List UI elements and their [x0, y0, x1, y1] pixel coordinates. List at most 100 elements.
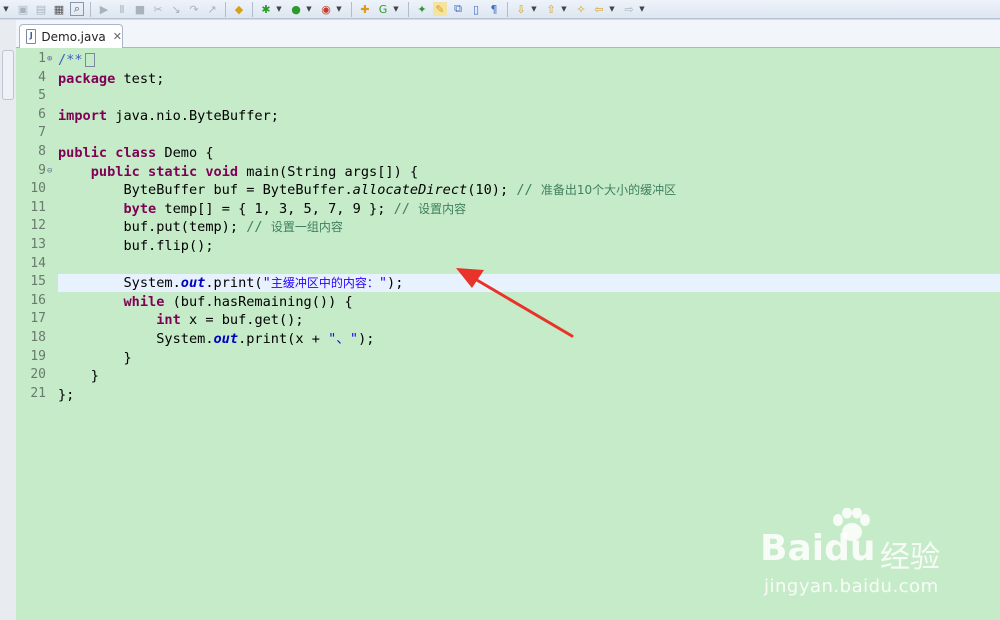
line-number: 11	[30, 199, 46, 215]
code-line[interactable]: buf.flip();	[58, 237, 214, 255]
disconnect-icon[interactable]: ✂	[151, 2, 165, 16]
show-whitespace-icon[interactable]: ▯	[469, 2, 483, 16]
toggle-mark-occurrences-icon[interactable]: ✎	[433, 2, 447, 16]
code-token: };	[58, 386, 75, 403]
code-token: }	[58, 368, 99, 385]
step-over-icon[interactable]: ↷	[187, 2, 201, 16]
code-token: );	[358, 331, 375, 347]
line-number: 5	[38, 88, 46, 104]
folded-javadoc-marker[interactable]	[84, 53, 95, 67]
code-line[interactable]: }	[58, 349, 131, 367]
code-line[interactable]: System.out.print("主缓冲区中的内容：");	[58, 274, 403, 292]
code-editor[interactable]: 1 4 5 6 7 8 9 10 11 12 13 14 15 16 17 18 19 20 21 /** packa…	[16, 48, 1000, 620]
tab-demo-java[interactable]: J Demo.java ✕	[19, 24, 123, 48]
debug-icon[interactable]: ✱	[259, 2, 273, 16]
run-icon[interactable]: ●	[289, 2, 303, 16]
code-line[interactable]: ByteBuffer buf = ByteBuffer.allocateDire…	[58, 181, 676, 199]
next-annotation-icon[interactable]: ⇩	[514, 2, 528, 16]
line-number: 1	[38, 51, 46, 66]
block-selection-icon[interactable]: ⧉	[451, 2, 465, 16]
toolbar-separator	[90, 1, 91, 17]
forward-dropdown-icon[interactable]: ▼	[638, 2, 646, 16]
main-toolbar: ▼ ▣ ▤ ▦ ⌕ ▶ Ⅱ ■ ✂ ↘ ↷ ↗ ◆ ✱ ▼ ● ▼ ◉ ▼ ✚ …	[0, 0, 1000, 19]
code-token: Demo {	[156, 145, 214, 161]
code-token: "	[262, 275, 271, 292]
prev-annotation-dropdown-icon[interactable]: ▼	[560, 2, 568, 16]
code-token: class	[115, 145, 157, 161]
code-line[interactable]: package test;	[58, 70, 164, 88]
code-line[interactable]: }	[58, 367, 99, 385]
line-number: 19	[30, 348, 46, 364]
code-token: System.	[58, 331, 214, 347]
save-all-icon[interactable]: ▤	[34, 2, 48, 16]
code-token: package	[58, 70, 116, 87]
code-line[interactable]: System.out.print(x + "、");	[58, 330, 374, 348]
line-number: 4	[38, 69, 46, 85]
drop-to-frame-icon[interactable]: ◆	[232, 2, 246, 16]
format-icon[interactable]: ¶	[487, 2, 501, 16]
external-tools-dropdown-icon[interactable]: ▼	[335, 2, 343, 16]
code-line[interactable]: public class Demo {	[58, 144, 214, 162]
expand-fold-icon[interactable]: ⊕	[47, 54, 52, 64]
close-tab-icon[interactable]: ✕	[113, 30, 122, 43]
new-class-dropdown-icon[interactable]: ▼	[392, 2, 400, 16]
code-token: (buf.hasRemaining()) {	[164, 293, 353, 310]
code-line[interactable]: import java.nio.ByteBuffer;	[58, 107, 279, 125]
back-dropdown-icon[interactable]: ▼	[608, 2, 616, 16]
code-line[interactable]: public static void main(String args[]) {	[58, 163, 418, 181]
line-number-gutter: 1 4 5 6 7 8 9 10 11 12 13 14 15 16 17 18 19 20 21	[16, 48, 46, 620]
new-java-project-icon[interactable]: ✚	[358, 2, 372, 16]
run-dropdown-icon[interactable]: ▼	[305, 2, 313, 16]
code-token: //	[516, 182, 541, 199]
back-icon[interactable]: ⇦	[592, 2, 606, 16]
external-tools-icon[interactable]: ◉	[319, 2, 333, 16]
step-return-icon[interactable]: ↗	[205, 2, 219, 16]
print-icon[interactable]: ▦	[52, 2, 66, 16]
collapse-fold-icon[interactable]: ⊖	[47, 166, 52, 176]
code-token: .print(x +	[238, 331, 329, 347]
toolbar-separator	[225, 1, 226, 17]
debug-dropdown-icon[interactable]: ▼	[275, 2, 283, 16]
code-line[interactable]: buf.put(temp); // 设置一组内容	[58, 218, 342, 236]
forward-icon[interactable]: ⇨	[622, 2, 636, 16]
search-icon[interactable]: ⌕	[70, 2, 84, 16]
red-arrow-annotation	[456, 268, 574, 338]
code-line[interactable]: };	[58, 386, 74, 404]
code-token: java.nio.ByteBuffer;	[107, 107, 279, 124]
save-icon[interactable]: ▣	[16, 2, 30, 16]
code-token: static	[148, 163, 198, 180]
next-annotation-dropdown-icon[interactable]: ▼	[530, 2, 538, 16]
new-class-icon[interactable]: G	[376, 2, 390, 16]
dropdown-arrow-icon[interactable]: ▼	[2, 2, 10, 16]
code-token: );	[387, 275, 404, 292]
resume-icon[interactable]: ▶	[97, 2, 111, 16]
last-edit-location-icon[interactable]: ✧	[574, 2, 588, 16]
code-token: /**	[58, 52, 83, 68]
line-number: 15	[30, 274, 46, 290]
line-number: 14	[30, 255, 46, 271]
code-token: (10);	[467, 182, 517, 199]
step-into-icon[interactable]: ↘	[169, 2, 183, 16]
code-token: 准备出10个大小的缓冲区	[540, 183, 677, 198]
code-line[interactable]: /**	[58, 51, 95, 69]
line-number: 16	[30, 292, 46, 308]
line-number: 8	[38, 144, 46, 159]
toolbar-separator	[252, 1, 253, 17]
minimized-view-handle[interactable]	[2, 50, 14, 100]
code-line[interactable]: byte temp[] = { 1, 3, 5, 7, 9 }; // 设置内容	[58, 200, 466, 218]
prev-annotation-icon[interactable]: ⇧	[544, 2, 558, 16]
code-line[interactable]: while (buf.hasRemaining()) {	[58, 293, 353, 311]
code-token: public	[58, 145, 108, 161]
terminate-icon[interactable]: ■	[133, 2, 147, 16]
open-type-icon[interactable]: ✦	[415, 2, 429, 16]
line-number: 9	[38, 162, 46, 178]
toolbar-separator	[408, 1, 409, 17]
suspend-icon[interactable]: Ⅱ	[115, 2, 129, 16]
code-line[interactable]: int x = buf.get();	[58, 311, 303, 329]
code-token: .print(	[205, 275, 263, 292]
code-token: buf.flip();	[58, 238, 214, 254]
